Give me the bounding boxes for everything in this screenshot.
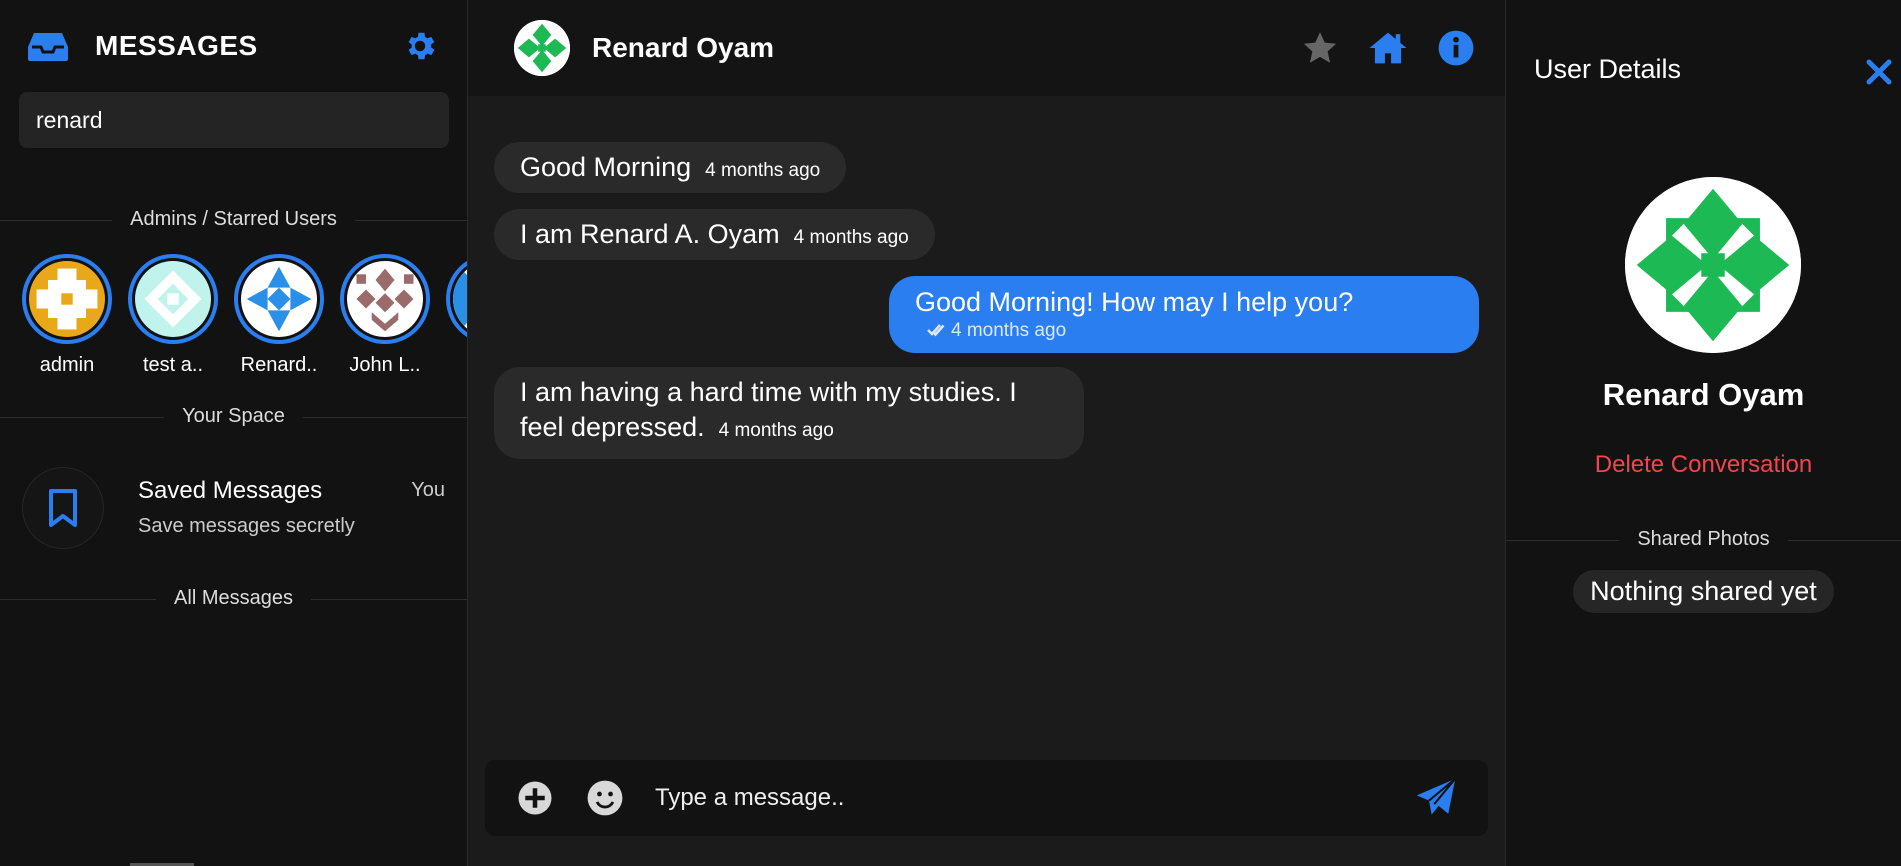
shared-empty-badge: Nothing shared yet: [1573, 570, 1834, 613]
starred-user-name: John L..: [349, 354, 421, 376]
message-incoming: I am having a hard time with my studies.…: [494, 367, 1479, 459]
avatar: [234, 254, 324, 344]
sidebar: MESSAGES Admins / Starred Users admin te…: [0, 0, 468, 866]
message-incoming: I am Renard A. Oyam 4 months ago: [494, 209, 1479, 260]
starred-divider: Admins / Starred Users: [0, 208, 467, 232]
message-text: Good Morning! How may I help you?: [915, 287, 1354, 317]
contact-name: Renard Oyam: [592, 32, 775, 63]
plus-circle-icon[interactable]: [515, 778, 555, 818]
your-space-heading: Your Space: [164, 405, 303, 427]
avatar: [340, 254, 430, 344]
starred-user-name: A: [446, 354, 467, 377]
message-time: 4 months ago: [705, 160, 821, 181]
sidebar-title: MESSAGES: [95, 30, 258, 61]
details-title: User Details: [1534, 54, 1682, 84]
message-time: 4 months ago: [951, 320, 1067, 341]
message-incoming: Good Morning 4 months ago: [494, 142, 1479, 193]
message-time: 4 months ago: [718, 420, 834, 441]
starred-user-name: test a..: [142, 354, 204, 376]
contact-avatar[interactable]: [514, 20, 570, 76]
starred-user-test[interactable]: test a..: [128, 254, 218, 377]
starred-heading: Admins / Starred Users: [112, 208, 355, 230]
message-outgoing: Good Morning! How may I help you? 4 mont…: [494, 276, 1479, 353]
all-messages-heading: All Messages: [156, 587, 311, 609]
avatar: [446, 254, 467, 344]
saved-messages-owner: You: [411, 479, 445, 501]
search-input[interactable]: [19, 92, 449, 148]
message-time: 4 months ago: [793, 227, 909, 248]
all-messages-divider: All Messages: [0, 587, 467, 611]
chat-panel: Renard Oyam Good Morning 4 months ago I …: [468, 0, 1505, 866]
starred-users-list: admin test a.. Renard.. John L..: [0, 254, 467, 377]
details-name: Renard Oyam: [1602, 377, 1805, 412]
message-text: Good Morning: [520, 152, 692, 182]
delete-conversation-button[interactable]: Delete Conversation: [1506, 451, 1901, 479]
message-bubble[interactable]: Good Morning! How may I help you? 4 mont…: [889, 276, 1479, 353]
paper-plane-icon[interactable]: [1414, 776, 1458, 820]
saved-messages-subtitle: Save messages secretly: [138, 515, 355, 537]
details-avatar: [1625, 177, 1801, 353]
message-bubble[interactable]: I am Renard A. Oyam 4 months ago: [494, 209, 935, 260]
shared-photos-divider: Shared Photos: [1506, 528, 1901, 552]
bookmark-icon: [22, 467, 104, 549]
double-check-icon: [927, 324, 945, 337]
home-icon[interactable]: [1368, 28, 1408, 68]
user-details-panel: User Details Renard Oyam Delete Conversa…: [1505, 0, 1901, 866]
message-text: I am Renard A. Oyam: [520, 219, 780, 249]
starred-user-renard[interactable]: Renard..: [234, 254, 324, 377]
avatar: [22, 254, 112, 344]
saved-messages-item[interactable]: Saved Messages Save messages secretly Yo…: [0, 467, 467, 549]
smiley-icon[interactable]: [585, 778, 625, 818]
starred-user-a[interactable]: A: [446, 254, 467, 377]
starred-user-admin[interactable]: admin: [22, 254, 112, 377]
starred-user-name: admin: [39, 354, 95, 376]
message-meta: 4 months ago: [927, 320, 1453, 342]
star-icon[interactable]: [1300, 28, 1340, 68]
message-composer: [485, 760, 1488, 836]
inbox-icon: [28, 26, 68, 66]
starred-user-john[interactable]: John L..: [340, 254, 430, 377]
chat-header: Renard Oyam: [468, 0, 1505, 96]
sidebar-header: MESSAGES: [0, 0, 467, 92]
message-list: Good Morning 4 months ago I am Renard A. …: [468, 96, 1505, 459]
message-input[interactable]: [655, 784, 1414, 812]
shared-photos-heading: Shared Photos: [1619, 528, 1788, 550]
saved-messages-title: Saved Messages: [138, 477, 323, 504]
message-bubble[interactable]: I am having a hard time with my studies.…: [494, 367, 1084, 459]
info-icon[interactable]: [1436, 28, 1476, 68]
starred-user-name: Renard..: [240, 354, 318, 376]
message-bubble[interactable]: Good Morning 4 months ago: [494, 142, 847, 193]
your-space-divider: Your Space: [0, 405, 467, 429]
gear-icon[interactable]: [401, 27, 439, 65]
close-icon[interactable]: [1861, 54, 1897, 90]
avatar: [128, 254, 218, 344]
